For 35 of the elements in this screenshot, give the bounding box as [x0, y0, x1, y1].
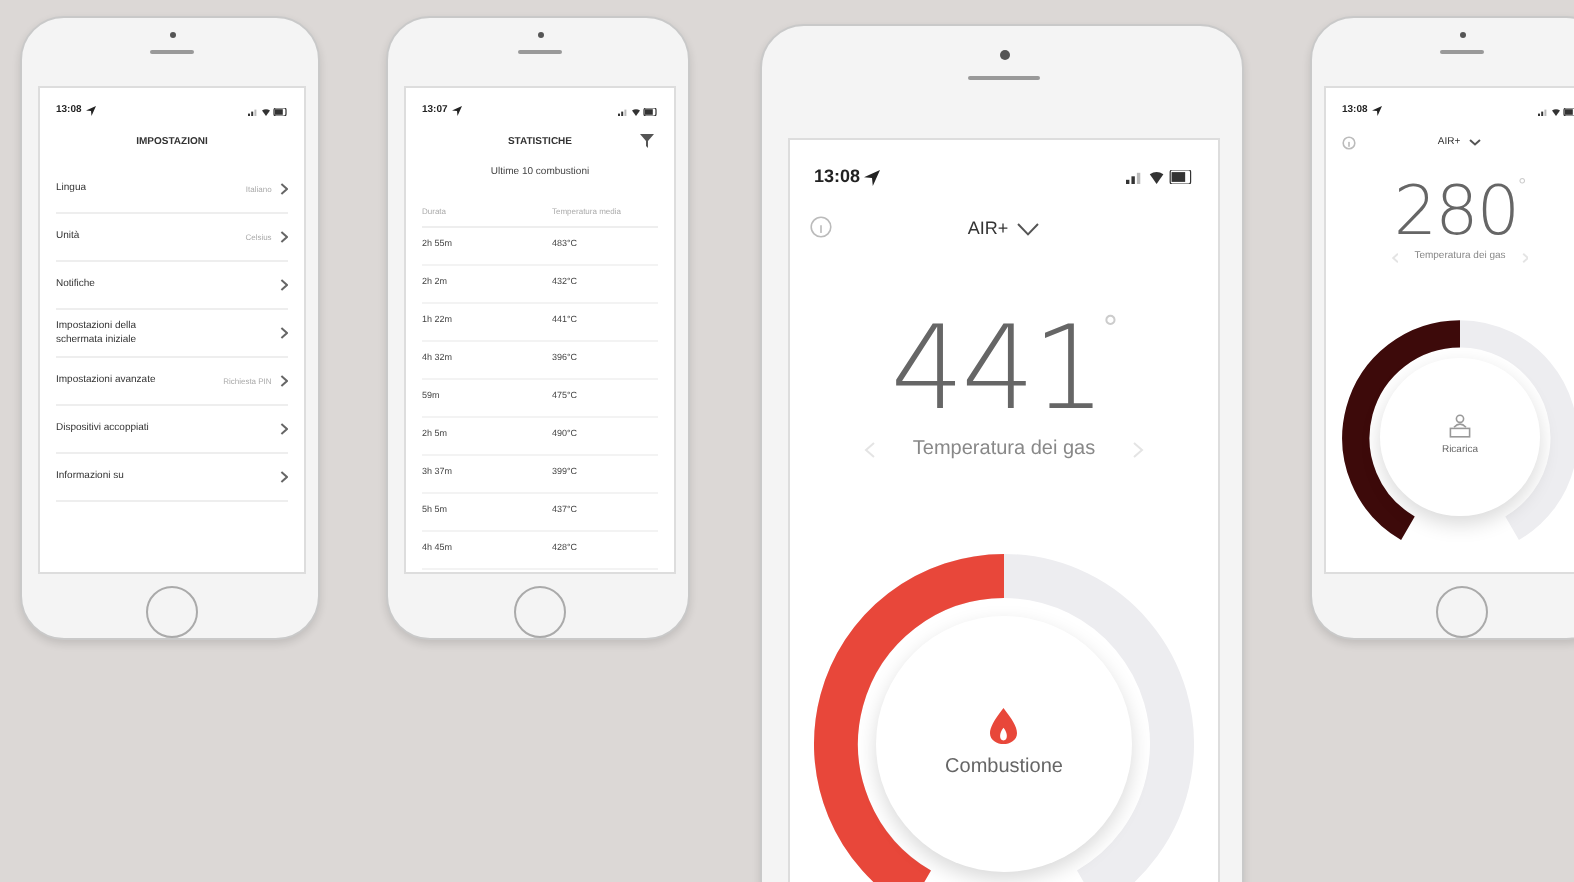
home-button[interactable] [1436, 586, 1488, 638]
info-icon [810, 215, 832, 237]
temperature-label: Temperatura dei gas [912, 436, 1096, 464]
status-time: 13:08 [814, 164, 861, 190]
degree-sign: ° [1518, 178, 1527, 198]
location-arrow-icon [864, 169, 881, 186]
temperature-reading: 280 [1393, 178, 1519, 246]
temperature-reading: 441 [890, 310, 1104, 426]
chevron-right-icon [279, 326, 288, 340]
mode-dial[interactable]: Combustione [876, 616, 1132, 872]
location-arrow-icon [85, 106, 96, 117]
status-icons [618, 107, 658, 116]
info-icon [1342, 135, 1356, 149]
chevron-right-icon [279, 278, 288, 292]
location-arrow-icon [1371, 106, 1382, 117]
status-icons [1126, 170, 1194, 185]
chevron-down-icon [1468, 138, 1483, 147]
chevron-right-icon [279, 230, 288, 244]
chevron-left-icon [864, 439, 877, 459]
chevron-right-icon [1131, 439, 1144, 459]
person-with-logs-icon [1447, 414, 1472, 439]
flame-icon [990, 707, 1018, 743]
chevron-right-icon [279, 470, 288, 484]
chevron-right-icon [279, 422, 288, 436]
status-icons [1538, 107, 1574, 116]
location-arrow-icon [451, 106, 462, 117]
status-icons [248, 107, 288, 116]
filter-icon [640, 133, 654, 147]
device-selector[interactable]: AIR+ [967, 215, 1041, 242]
chevron-right-icon [279, 182, 288, 196]
home-button[interactable] [514, 586, 566, 638]
home-button[interactable] [146, 586, 198, 638]
chevron-right-icon [279, 374, 288, 388]
degree-sign: ° [1103, 310, 1118, 346]
chevron-down-icon [1016, 221, 1041, 236]
